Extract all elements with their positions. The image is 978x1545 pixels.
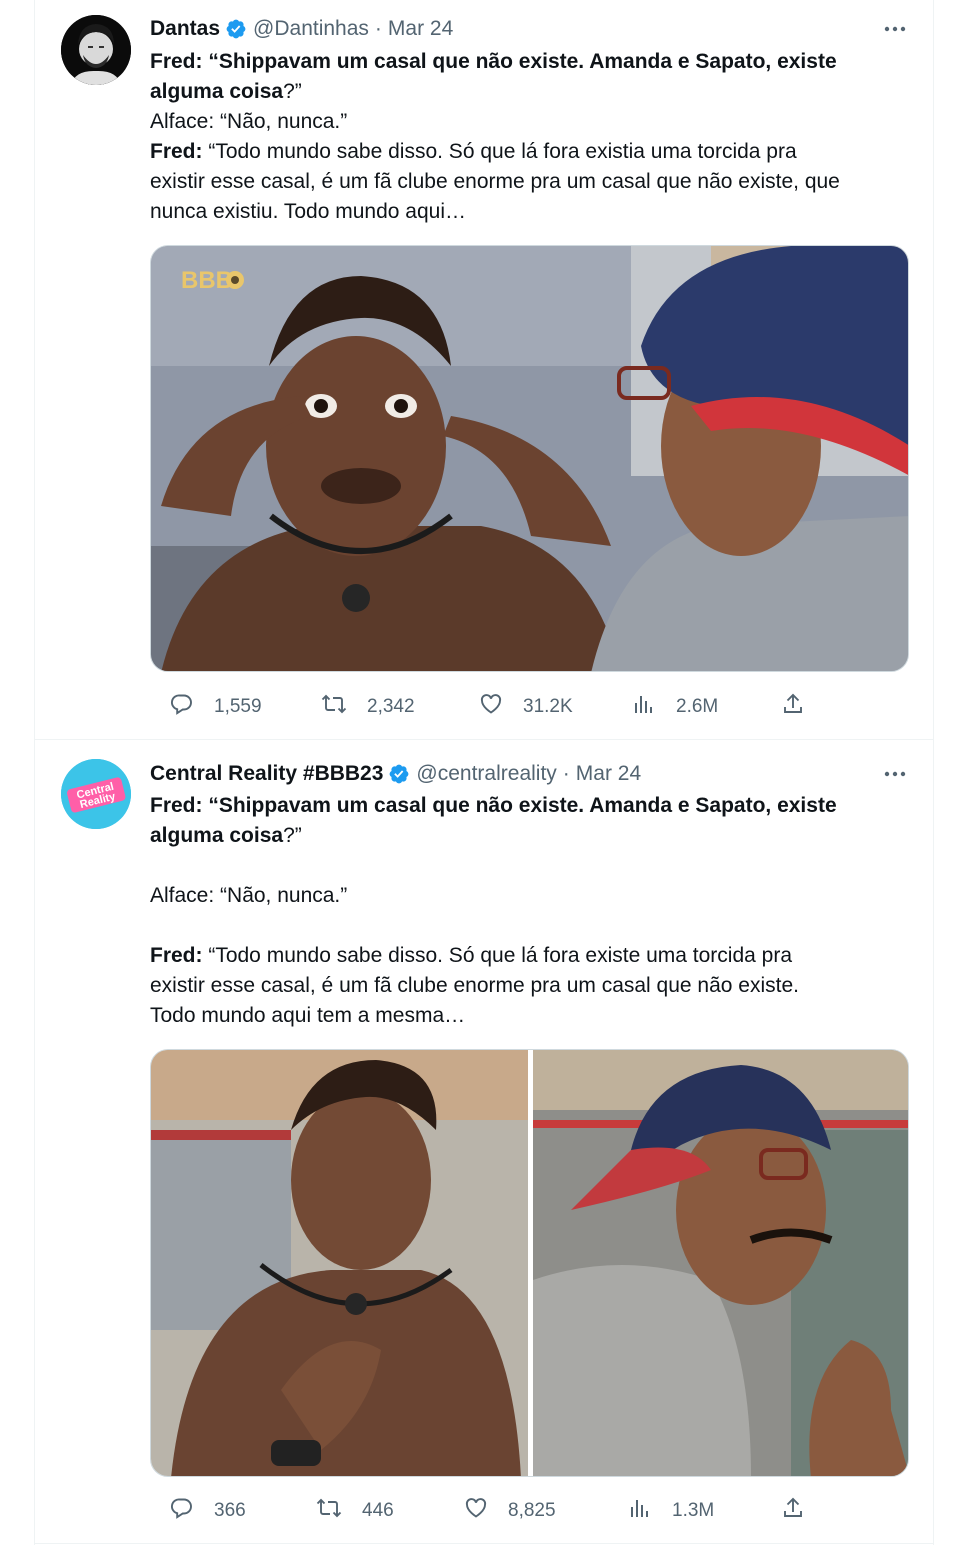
display-name[interactable]: Central Reality #BBB23 bbox=[150, 762, 383, 786]
text-line: Alface: “Não, nunca.” bbox=[150, 110, 348, 133]
reply-icon bbox=[170, 1496, 194, 1526]
text-bold: alguma coisa bbox=[150, 80, 284, 103]
verified-badge-icon bbox=[225, 18, 247, 40]
text-line: existir esse casal, é um fã clube enorme… bbox=[150, 974, 799, 997]
text-span: ?” bbox=[283, 824, 302, 847]
reply-icon bbox=[170, 692, 194, 722]
like-icon bbox=[479, 692, 503, 722]
share-icon bbox=[781, 692, 805, 722]
retweet-icon bbox=[321, 692, 347, 722]
text-line: Todo mundo aqui tem a mesma… bbox=[150, 1004, 466, 1027]
text-bold: alguma coisa bbox=[150, 824, 284, 847]
tweet-actions: 366 446 8,825 1.3M bbox=[150, 1495, 810, 1527]
share-button[interactable] bbox=[761, 1495, 805, 1527]
share-button[interactable] bbox=[761, 691, 805, 723]
text-bold: Fred: bbox=[150, 140, 203, 163]
avatar[interactable] bbox=[61, 15, 131, 85]
timestamp[interactable]: Mar 24 bbox=[576, 762, 641, 786]
text-line: existir esse casal, é um fã clube enorme… bbox=[150, 170, 840, 193]
reply-count: 366 bbox=[214, 1500, 246, 1521]
separator: · bbox=[374, 17, 382, 40]
more-icon[interactable] bbox=[880, 14, 910, 44]
tweet-image-grid bbox=[150, 1049, 909, 1477]
text-line: nunca existiu. Todo mundo aqui… bbox=[150, 200, 466, 223]
like-count: 8,825 bbox=[508, 1500, 556, 1521]
views-count: 1.3M bbox=[672, 1500, 715, 1521]
retweet-count: 446 bbox=[362, 1500, 394, 1521]
verified-badge-icon bbox=[388, 763, 410, 785]
timestamp[interactable]: Mar 24 bbox=[388, 17, 453, 41]
text-span: “Todo mundo sabe disso. Só que lá fora e… bbox=[202, 140, 797, 163]
bbb-watermark: BBB bbox=[181, 267, 233, 294]
tweet-header: Dantas @Dantinhas · Mar 24 bbox=[150, 14, 914, 44]
timeline: Dantas @Dantinhas · Mar 24 Fred: “Shippa… bbox=[34, 0, 934, 1545]
like-icon bbox=[464, 1496, 488, 1526]
avatar[interactable]: Central Reality bbox=[61, 759, 131, 829]
retweet-icon bbox=[316, 1496, 342, 1526]
tweet[interactable]: Central Reality Central Reality #BBB23 @… bbox=[35, 741, 934, 1544]
tweet-image-left[interactable] bbox=[151, 1050, 528, 1477]
reply-button[interactable]: 366 bbox=[150, 1495, 246, 1527]
like-button[interactable]: 31.2K bbox=[459, 691, 573, 723]
display-name[interactable]: Dantas bbox=[150, 17, 220, 41]
handle[interactable]: @centralreality bbox=[416, 762, 556, 786]
views-icon bbox=[628, 1496, 652, 1526]
views-button[interactable]: 2.6M bbox=[612, 691, 718, 723]
tweet-text: Fred: “Shippavam um casal que não existe… bbox=[150, 791, 920, 1031]
separator: · bbox=[562, 762, 570, 785]
like-count: 31.2K bbox=[523, 696, 573, 717]
text-bold: Fred: bbox=[150, 944, 203, 967]
retweet-button[interactable]: 446 bbox=[296, 1495, 394, 1527]
views-button[interactable]: 1.3M bbox=[608, 1495, 714, 1527]
tweet-text: Fred: “Shippavam um casal que não existe… bbox=[150, 47, 920, 227]
tweet-image[interactable]: BBB bbox=[150, 245, 909, 672]
text-line: Fred: “Shippavam um casal que não existe… bbox=[150, 794, 837, 817]
tweet[interactable]: Dantas @Dantinhas · Mar 24 Fred: “Shippa… bbox=[35, 0, 934, 740]
retweet-button[interactable]: 2,342 bbox=[301, 691, 415, 723]
like-button[interactable]: 8,825 bbox=[444, 1495, 556, 1527]
reply-count: 1,559 bbox=[214, 696, 262, 717]
views-icon bbox=[632, 692, 656, 722]
views-count: 2.6M bbox=[676, 696, 719, 717]
tweet-header: Central Reality #BBB23 @centralreality ·… bbox=[150, 759, 914, 789]
text-span: ?” bbox=[283, 80, 302, 103]
tweet-actions: 1,559 2,342 31.2K 2.6M bbox=[150, 691, 810, 723]
text-line: Fred: “Shippavam um casal que não existe… bbox=[150, 50, 837, 73]
share-icon bbox=[781, 1496, 805, 1526]
tweet-image-right[interactable] bbox=[533, 1050, 909, 1477]
more-icon[interactable] bbox=[880, 759, 910, 789]
text-line: Alface: “Não, nunca.” bbox=[150, 884, 348, 907]
retweet-count: 2,342 bbox=[367, 696, 415, 717]
handle[interactable]: @Dantinhas bbox=[253, 17, 369, 41]
reply-button[interactable]: 1,559 bbox=[150, 691, 262, 723]
text-span: “Todo mundo sabe disso. Só que lá fora e… bbox=[202, 944, 792, 967]
